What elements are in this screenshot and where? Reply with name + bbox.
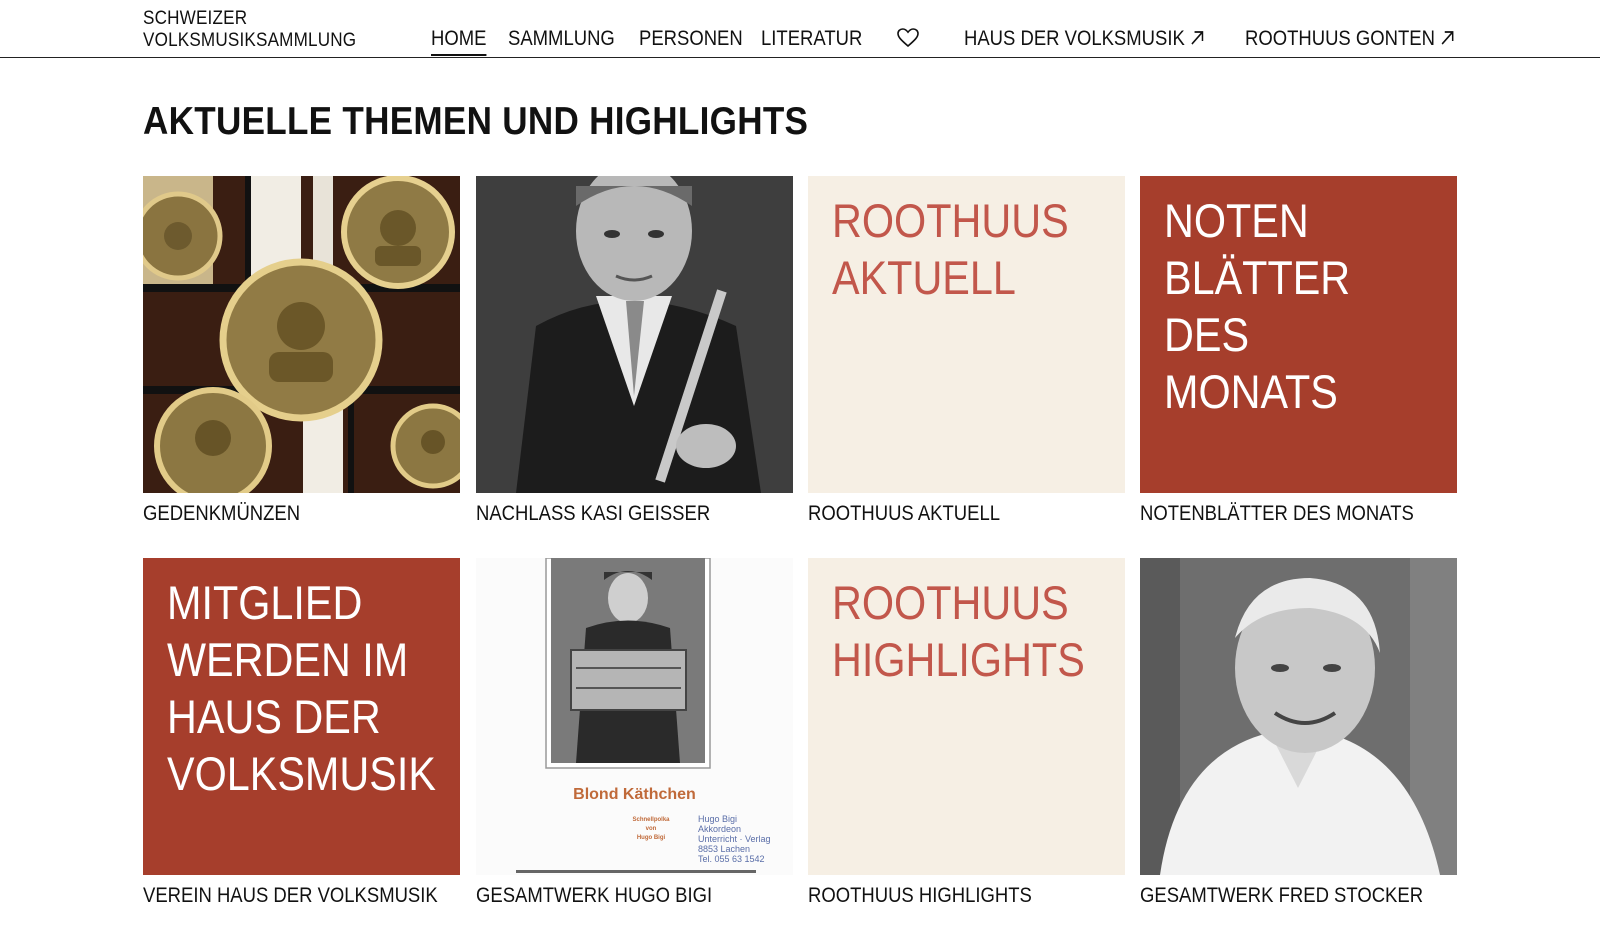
sheet-subtitle: Schnellpolka von Hugo Bigi — [632, 817, 670, 841]
tile-nachlass-kasi-geisser[interactable] — [476, 176, 793, 493]
tile-roothuus-highlights[interactable]: ROOTHUUS HIGHLIGHTS — [808, 558, 1125, 875]
tile-verein-haus-der-volksmusik[interactable]: MITGLIED WERDEN IM HAUS DER VOLKSMUSIK — [143, 558, 460, 875]
sheet-stamp: Hugo Bigi Akkordeon Unterricht · Verlag … — [698, 814, 771, 864]
nav-roothuus-gonten-label: ROOTHUUS GONTEN — [1245, 27, 1435, 50]
arrow-up-right-icon — [1440, 30, 1454, 46]
nav-sammlung[interactable]: SAMMLUNG — [508, 26, 615, 52]
tile-gesamtwerk-hugo-bigi[interactable]: Blond Käthchen Schnellpolka von Hugo Big… — [476, 558, 793, 875]
site-logo[interactable]: SCHWEIZER VOLKSMUSIKSAMMLUNG — [143, 8, 356, 52]
tile-caption: ROOTHUUS AKTUELL — [808, 502, 1001, 525]
tile-notenblaetter-des-monats[interactable]: NOTEN BLÄTTER DES MONATS — [1140, 176, 1457, 493]
tile-caption: VEREIN HAUS DER VOLKSMUSIK — [143, 884, 438, 907]
tile-heading: NOTEN BLÄTTER DES MONATS — [1164, 194, 1351, 418]
page-title: AKTUELLE THEMEN UND HIGHLIGHTS — [143, 100, 809, 143]
coins-image — [143, 176, 460, 493]
logo-line-1: SCHWEIZER — [143, 8, 248, 29]
arrow-up-right-icon — [1190, 30, 1204, 46]
nav-haus-der-volksmusik[interactable]: HAUS DER VOLKSMUSIK — [964, 26, 1204, 52]
tile-gedenkmuenzen[interactable] — [143, 176, 460, 493]
nav-personen[interactable]: PERSONEN — [639, 26, 743, 52]
tile-heading: ROOTHUUS HIGHLIGHTS — [832, 576, 1085, 686]
tile-caption: GESAMTWERK FRED STOCKER — [1140, 884, 1424, 907]
logo-line-2: VOLKSMUSIKSAMMLUNG — [143, 30, 357, 51]
tile-caption: GESAMTWERK HUGO BIGI — [476, 884, 713, 907]
tile-roothuus-aktuell[interactable]: ROOTHUUS AKTUELL — [808, 176, 1125, 493]
tile-caption: ROOTHUUS HIGHLIGHTS — [808, 884, 1032, 907]
nav-home[interactable]: HOME — [431, 26, 487, 56]
sheet-title: Blond Käthchen — [573, 786, 696, 803]
heart-icon[interactable] — [897, 28, 919, 48]
tile-caption: NOTENBLÄTTER DES MONATS — [1140, 502, 1414, 525]
tile-caption: NACHLASS KASI GEISSER — [476, 502, 711, 525]
tile-caption: GEDENKMÜNZEN — [143, 502, 301, 525]
tile-heading: MITGLIED WERDEN IM HAUS DER VOLKSMUSIK — [167, 576, 436, 800]
nav-literatur[interactable]: LITERATUR — [761, 26, 862, 52]
portrait-with-clarinet-image — [476, 176, 793, 493]
nav-haus-der-volksmusik-label: HAUS DER VOLKSMUSIK — [964, 27, 1185, 50]
portrait-smiling-man-image — [1140, 558, 1457, 875]
nav-roothuus-gonten[interactable]: ROOTHUUS GONTEN — [1245, 26, 1454, 52]
site-header: SCHWEIZER VOLKSMUSIKSAMMLUNG HOME SAMMLU… — [0, 0, 1600, 58]
tile-gesamtwerk-fred-stocker[interactable] — [1140, 558, 1457, 875]
tile-heading: ROOTHUUS AKTUELL — [832, 194, 1069, 304]
